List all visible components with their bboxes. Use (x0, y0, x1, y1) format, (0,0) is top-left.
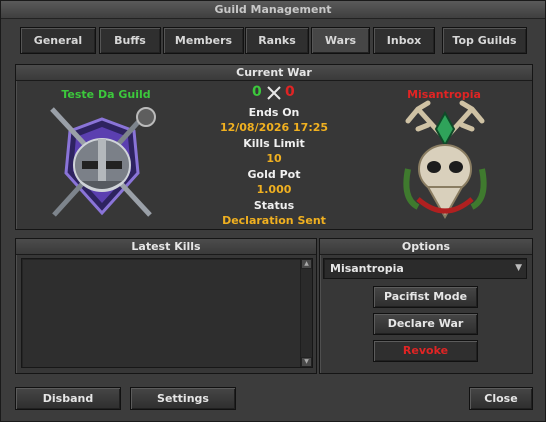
tab-members[interactable]: Members (163, 27, 244, 54)
ends-on-value: 12/08/2026 17:25 (219, 121, 329, 134)
close-button[interactable]: Close (469, 387, 533, 410)
declare-war-button[interactable]: Declare War (373, 313, 478, 335)
gold-pot-label: Gold Pot (247, 168, 301, 181)
pacifist-mode-button[interactable]: Pacifist Mode (373, 286, 478, 308)
disband-button[interactable]: Disband (15, 387, 121, 410)
kills-scrollbar[interactable]: ▲ ▼ (300, 259, 312, 367)
guild-management-window: Guild Management General Buffs Members R… (0, 0, 546, 422)
tab-buffs[interactable]: Buffs (99, 27, 161, 54)
crossed-swords-icon (267, 86, 281, 100)
kills-limit-label: Kills Limit (243, 137, 305, 150)
enemy-guild-emblem (403, 100, 487, 220)
own-guild-name: Teste Da Guild (61, 88, 151, 101)
revoke-button[interactable]: Revoke (373, 340, 478, 362)
score-left: 0 (252, 84, 262, 100)
current-war-heading: Current War (16, 65, 532, 81)
settings-button[interactable]: Settings (130, 387, 236, 410)
score-right: 0 (285, 84, 295, 100)
latest-kills-heading: Latest Kills (16, 239, 316, 255)
war-score: 0 0 (250, 84, 300, 102)
selected-guild: Misantropia (330, 262, 404, 275)
enemy-guild-select[interactable]: Misantropia ▼ (323, 258, 527, 279)
chevron-down-icon: ▼ (515, 263, 522, 273)
tab-top-guilds[interactable]: Top Guilds (442, 27, 527, 54)
tab-inbox[interactable]: Inbox (373, 27, 435, 54)
status-label: Status (253, 199, 295, 212)
ends-on-label: Ends On (248, 106, 300, 119)
scroll-up-arrow-icon[interactable]: ▲ (301, 259, 312, 269)
tab-general[interactable]: General (20, 27, 96, 54)
latest-kills-list[interactable]: ▲ ▼ (21, 258, 313, 368)
gold-pot-value: 1.000 (256, 183, 292, 196)
kills-limit-value: 10 (266, 152, 282, 165)
current-war-panel: Current War Teste Da Guild Misantropia 0… (15, 64, 533, 230)
tab-wars[interactable]: Wars (311, 27, 370, 54)
status-value: Declaration Sent (222, 214, 326, 227)
tab-ranks[interactable]: Ranks (245, 27, 309, 54)
own-guild-emblem (50, 107, 156, 217)
options-heading: Options (320, 239, 532, 255)
window-title: Guild Management (1, 1, 545, 19)
scroll-down-arrow-icon[interactable]: ▼ (301, 357, 312, 367)
